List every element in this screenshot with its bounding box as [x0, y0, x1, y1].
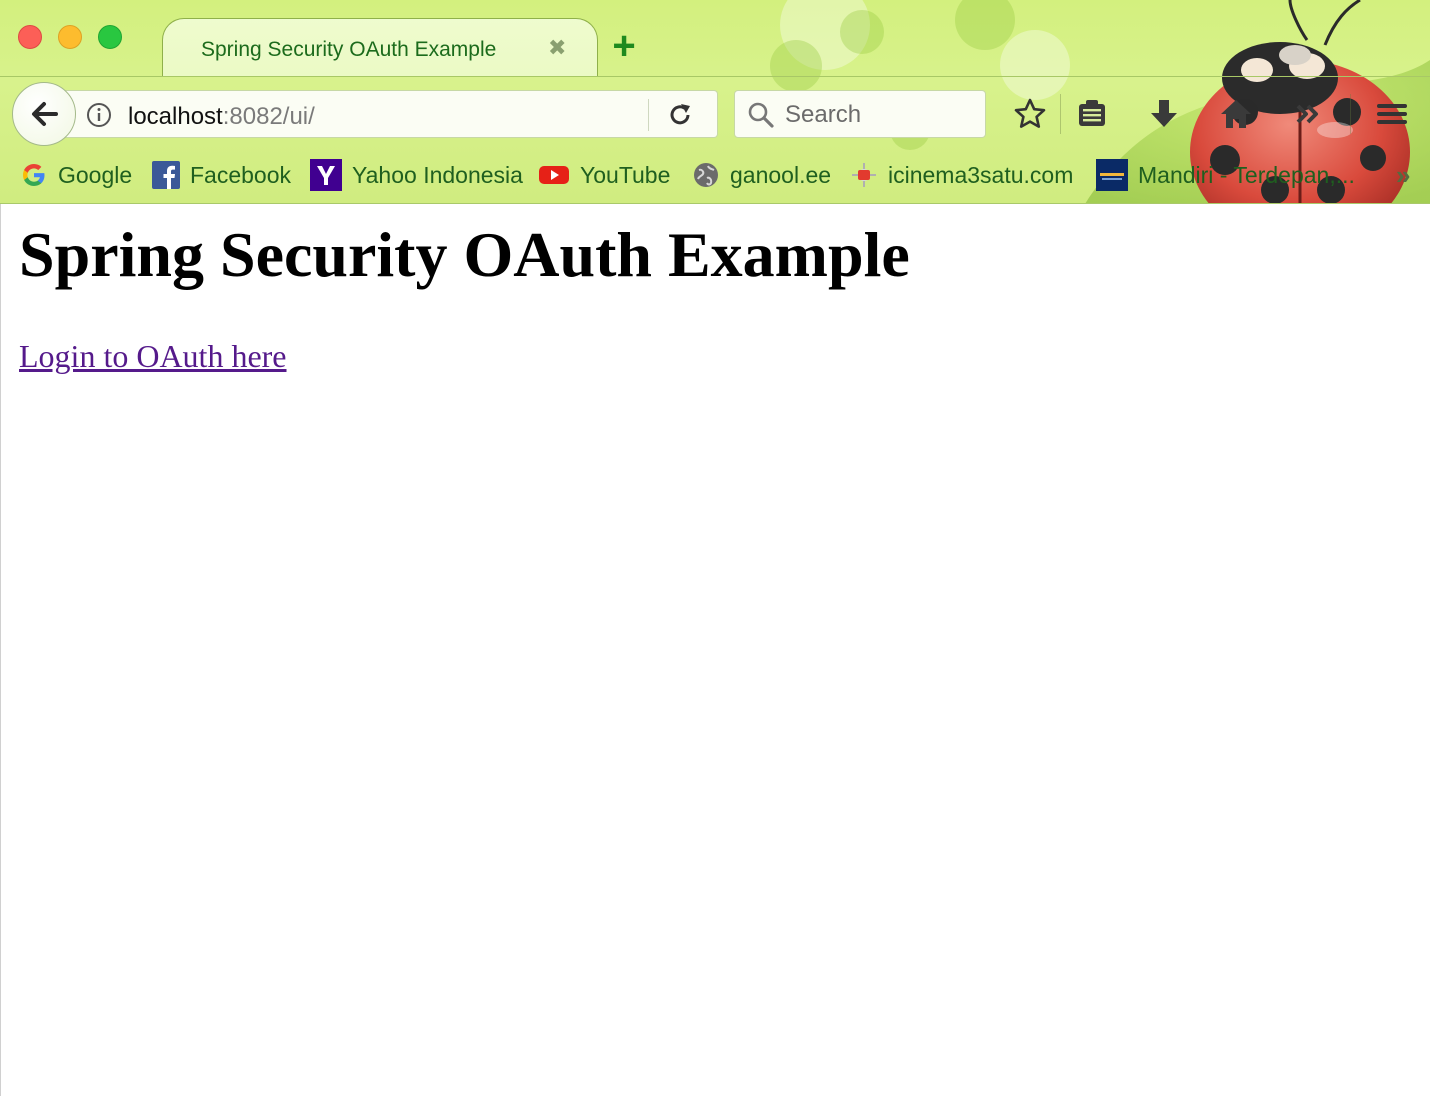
home-icon[interactable] [1218, 96, 1254, 132]
icinema-icon [852, 163, 876, 187]
toolbar-separator [1060, 94, 1061, 134]
browser-chrome: Spring Security OAuth Example ✖ + localh… [0, 0, 1430, 204]
bookmark-label: ganool.ee [730, 161, 832, 188]
search-input[interactable] [785, 100, 975, 130]
theme-decoration [955, 0, 1015, 50]
download-icon[interactable] [1146, 96, 1182, 132]
bookmark-ganool[interactable]: ganool.ee [692, 158, 831, 192]
bookmark-facebook[interactable]: Facebook [152, 158, 291, 192]
window-zoom-button[interactable] [98, 25, 122, 49]
bookmark-mandiri[interactable]: Mandiri - Terdepan,... [1096, 158, 1355, 192]
theme-decoration [840, 10, 884, 54]
url-bar[interactable]: localhost:8082/ui/ [62, 90, 718, 138]
bookmark-label: Yahoo Indonesia [352, 161, 523, 188]
url-separator [648, 99, 649, 131]
bookmark-label: icinema3satu.com [888, 161, 1074, 188]
bookmark-yahoo-indonesia[interactable]: Yahoo Indonesia [310, 158, 523, 192]
search-icon [748, 102, 774, 128]
bookmark-label: Facebook [190, 161, 292, 188]
hamburger-menu-icon[interactable] [1374, 96, 1410, 132]
mandiri-icon [1096, 159, 1128, 191]
page-content: Spring Security OAuth Example Login to O… [0, 204, 1430, 1096]
info-icon[interactable] [86, 102, 112, 128]
bookmarks-overflow-icon[interactable]: » [1396, 160, 1410, 191]
google-icon [23, 164, 45, 186]
new-tab-button[interactable]: + [606, 26, 642, 66]
page-title: Spring Security OAuth Example [19, 219, 910, 290]
url-text[interactable]: localhost:8082/ui/ [128, 103, 315, 131]
bookmark-icinema3satu[interactable]: icinema3satu.com [850, 158, 1073, 192]
reading-list-icon[interactable] [1074, 96, 1110, 132]
overflow-chevron-icon[interactable] [1290, 96, 1326, 132]
facebook-icon [152, 161, 180, 189]
window-minimize-button[interactable] [58, 25, 82, 49]
tab-close-icon[interactable]: ✖ [548, 35, 566, 61]
globe-icon [694, 163, 718, 187]
back-arrow-icon [32, 102, 58, 126]
url-host: localhost [128, 103, 223, 130]
reload-icon[interactable] [666, 101, 694, 129]
bookmark-google[interactable]: Google [20, 158, 132, 192]
bookmark-label: Google [58, 161, 133, 188]
tab-active[interactable]: Spring Security OAuth Example ✖ [162, 18, 598, 76]
url-path: :8082/ui/ [222, 103, 315, 130]
window-close-button[interactable] [18, 25, 42, 49]
star-icon[interactable] [1012, 96, 1048, 132]
bookmark-label: Mandiri - Terdepan,... [1138, 161, 1355, 188]
youtube-icon [539, 166, 569, 184]
tab-title: Spring Security OAuth Example [201, 38, 497, 61]
login-link[interactable]: Login to OAuth here [19, 338, 287, 375]
search-bar[interactable] [734, 90, 986, 138]
bookmark-youtube[interactable]: YouTube [538, 158, 670, 192]
toolbar-separator [1350, 94, 1351, 134]
back-button[interactable] [12, 82, 76, 146]
bookmark-label: YouTube [580, 161, 671, 188]
yahoo-icon [310, 159, 342, 191]
